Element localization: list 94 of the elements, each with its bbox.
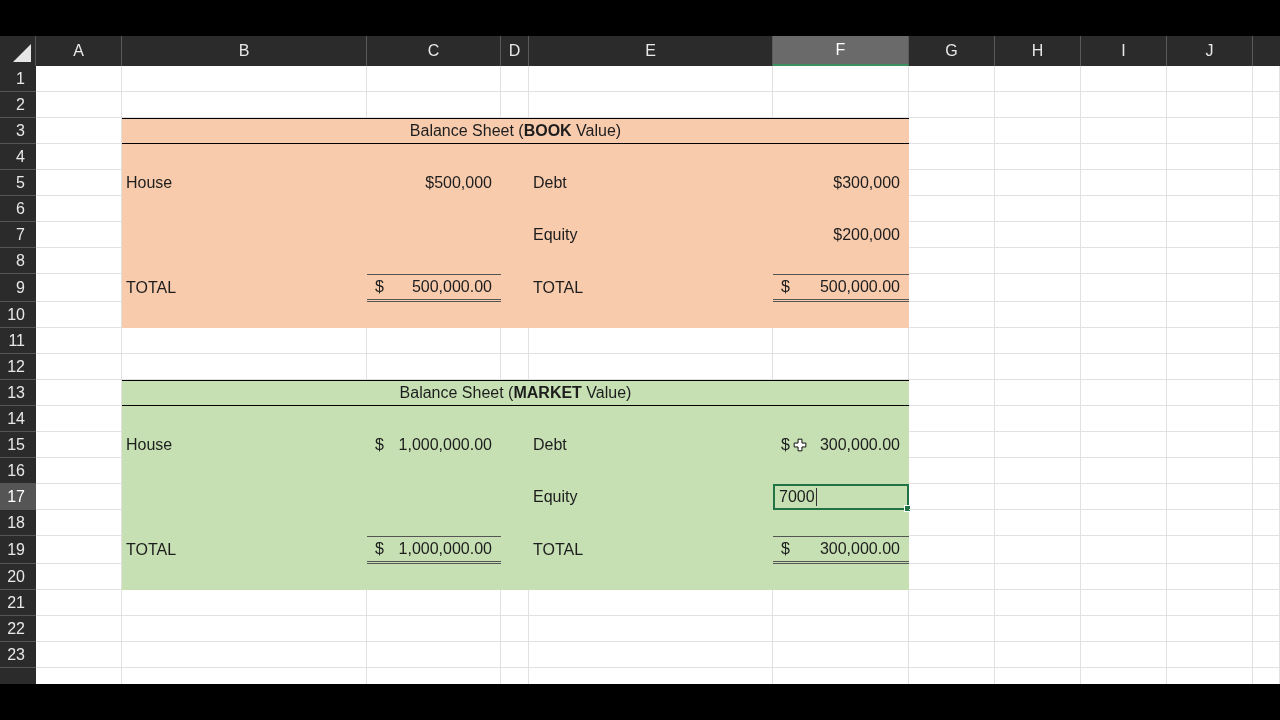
table-cell-text: House xyxy=(125,435,174,455)
table-cell xyxy=(501,92,529,118)
row-header[interactable]: 13 xyxy=(0,380,36,406)
column-header[interactable]: B xyxy=(122,36,367,66)
table-cell-text: Debt xyxy=(532,435,568,455)
table-cell xyxy=(1253,328,1280,354)
row-header[interactable]: 8 xyxy=(0,248,36,274)
row-header[interactable]: 18 xyxy=(0,510,36,536)
table-cell xyxy=(1253,302,1280,328)
table-cell-text: TOTAL xyxy=(125,540,178,560)
table-cell xyxy=(1253,616,1280,642)
currency-symbol: $ xyxy=(781,540,790,558)
table-cell-text: House xyxy=(125,173,174,193)
cell-value: 1,000,000.00 xyxy=(398,436,492,454)
table-cell xyxy=(1253,406,1280,432)
cell-value: 500,000.00 xyxy=(819,278,900,296)
cell-value: 1,000,000.00 xyxy=(398,540,492,558)
table-cell xyxy=(1253,170,1280,196)
row-header[interactable]: 11 xyxy=(0,328,36,354)
table-cell-text: TOTAL xyxy=(125,278,178,298)
table-cell xyxy=(501,354,529,380)
column-header[interactable]: E xyxy=(529,36,773,66)
currency-symbol: $ xyxy=(781,278,790,296)
table-cell xyxy=(1253,66,1280,92)
table-cell xyxy=(1253,432,1280,458)
row-header[interactable]: 5 xyxy=(0,170,36,196)
row-header[interactable]: 3 xyxy=(0,118,36,144)
row-header[interactable]: 20 xyxy=(0,564,36,590)
select-all-icon xyxy=(12,43,32,63)
row-header[interactable]: 19 xyxy=(0,536,36,564)
table-cell xyxy=(1253,484,1280,510)
table-cell xyxy=(501,66,529,92)
column-header[interactable]: C xyxy=(367,36,501,66)
row-header[interactable]: 14 xyxy=(0,406,36,432)
table-cell xyxy=(1253,354,1280,380)
row-header[interactable]: 21 xyxy=(0,590,36,616)
table-cell xyxy=(1253,118,1280,144)
section-title: Balance Sheet (BOOK Value) xyxy=(122,118,909,144)
fill-handle[interactable] xyxy=(904,505,911,512)
row-header[interactable]: 23 xyxy=(0,642,36,668)
table-cell-text: TOTAL xyxy=(532,278,585,298)
column-header[interactable]: A xyxy=(36,36,122,66)
currency-symbol: $ xyxy=(375,278,384,296)
table-cell xyxy=(1253,458,1280,484)
row-header[interactable]: 15 xyxy=(0,432,36,458)
currency-symbol: $ xyxy=(375,540,384,558)
row-header[interactable]: 17 xyxy=(0,484,36,510)
column-header[interactable]: J xyxy=(1167,36,1253,66)
table-cell xyxy=(1253,222,1280,248)
table-cell xyxy=(501,642,529,668)
table-cell xyxy=(1253,196,1280,222)
table-cell xyxy=(1253,380,1280,406)
table-cell-text: TOTAL xyxy=(532,540,585,560)
table-cell xyxy=(1253,92,1280,118)
row-header[interactable]: 10 xyxy=(0,302,36,328)
table-cell xyxy=(1253,248,1280,274)
table-cell xyxy=(1253,274,1280,302)
table-cell xyxy=(501,616,529,642)
section-title: Balance Sheet (MARKET Value) xyxy=(122,380,909,406)
currency-symbol: $ xyxy=(781,436,790,454)
column-header[interactable]: D xyxy=(501,36,529,66)
column-header[interactable]: G xyxy=(909,36,995,66)
cell-value: $300,000 xyxy=(833,174,900,192)
currency-symbol: $ xyxy=(375,436,384,454)
row-header[interactable]: 9 xyxy=(0,274,36,302)
row-header[interactable]: 2 xyxy=(0,92,36,118)
row-header[interactable]: 12 xyxy=(0,354,36,380)
table-cell-text: Equity xyxy=(532,487,579,507)
cell-value: 300,000.00 xyxy=(819,540,900,558)
table-cell xyxy=(1253,510,1280,536)
table-cell xyxy=(1253,642,1280,668)
table-cell xyxy=(1253,590,1280,616)
column-header[interactable]: H xyxy=(995,36,1081,66)
table-cell xyxy=(501,328,529,354)
row-header[interactable]: 1 xyxy=(0,66,36,92)
row-header[interactable]: 22 xyxy=(0,616,36,642)
column-header[interactable]: F xyxy=(773,36,909,66)
table-cell xyxy=(1253,564,1280,590)
cell-value: 300,000.00 xyxy=(819,436,900,454)
cell-value: $500,000 xyxy=(425,174,492,192)
table-cell-text: Equity xyxy=(532,225,579,245)
cell-input[interactable]: 7000 xyxy=(773,484,909,510)
row-header[interactable]: 16 xyxy=(0,458,36,484)
row-header[interactable]: 6 xyxy=(0,196,36,222)
column-header[interactable]: I xyxy=(1081,36,1167,66)
row-header[interactable]: 4 xyxy=(0,144,36,170)
table-cell-text: Debt xyxy=(532,173,568,193)
row-header[interactable]: 7 xyxy=(0,222,36,248)
select-all-button[interactable] xyxy=(0,36,36,66)
table-cell xyxy=(1253,536,1280,564)
table-cell xyxy=(501,590,529,616)
cell-value: $200,000 xyxy=(833,226,900,244)
cell-value: 500,000.00 xyxy=(411,278,492,296)
table-cell xyxy=(1253,144,1280,170)
